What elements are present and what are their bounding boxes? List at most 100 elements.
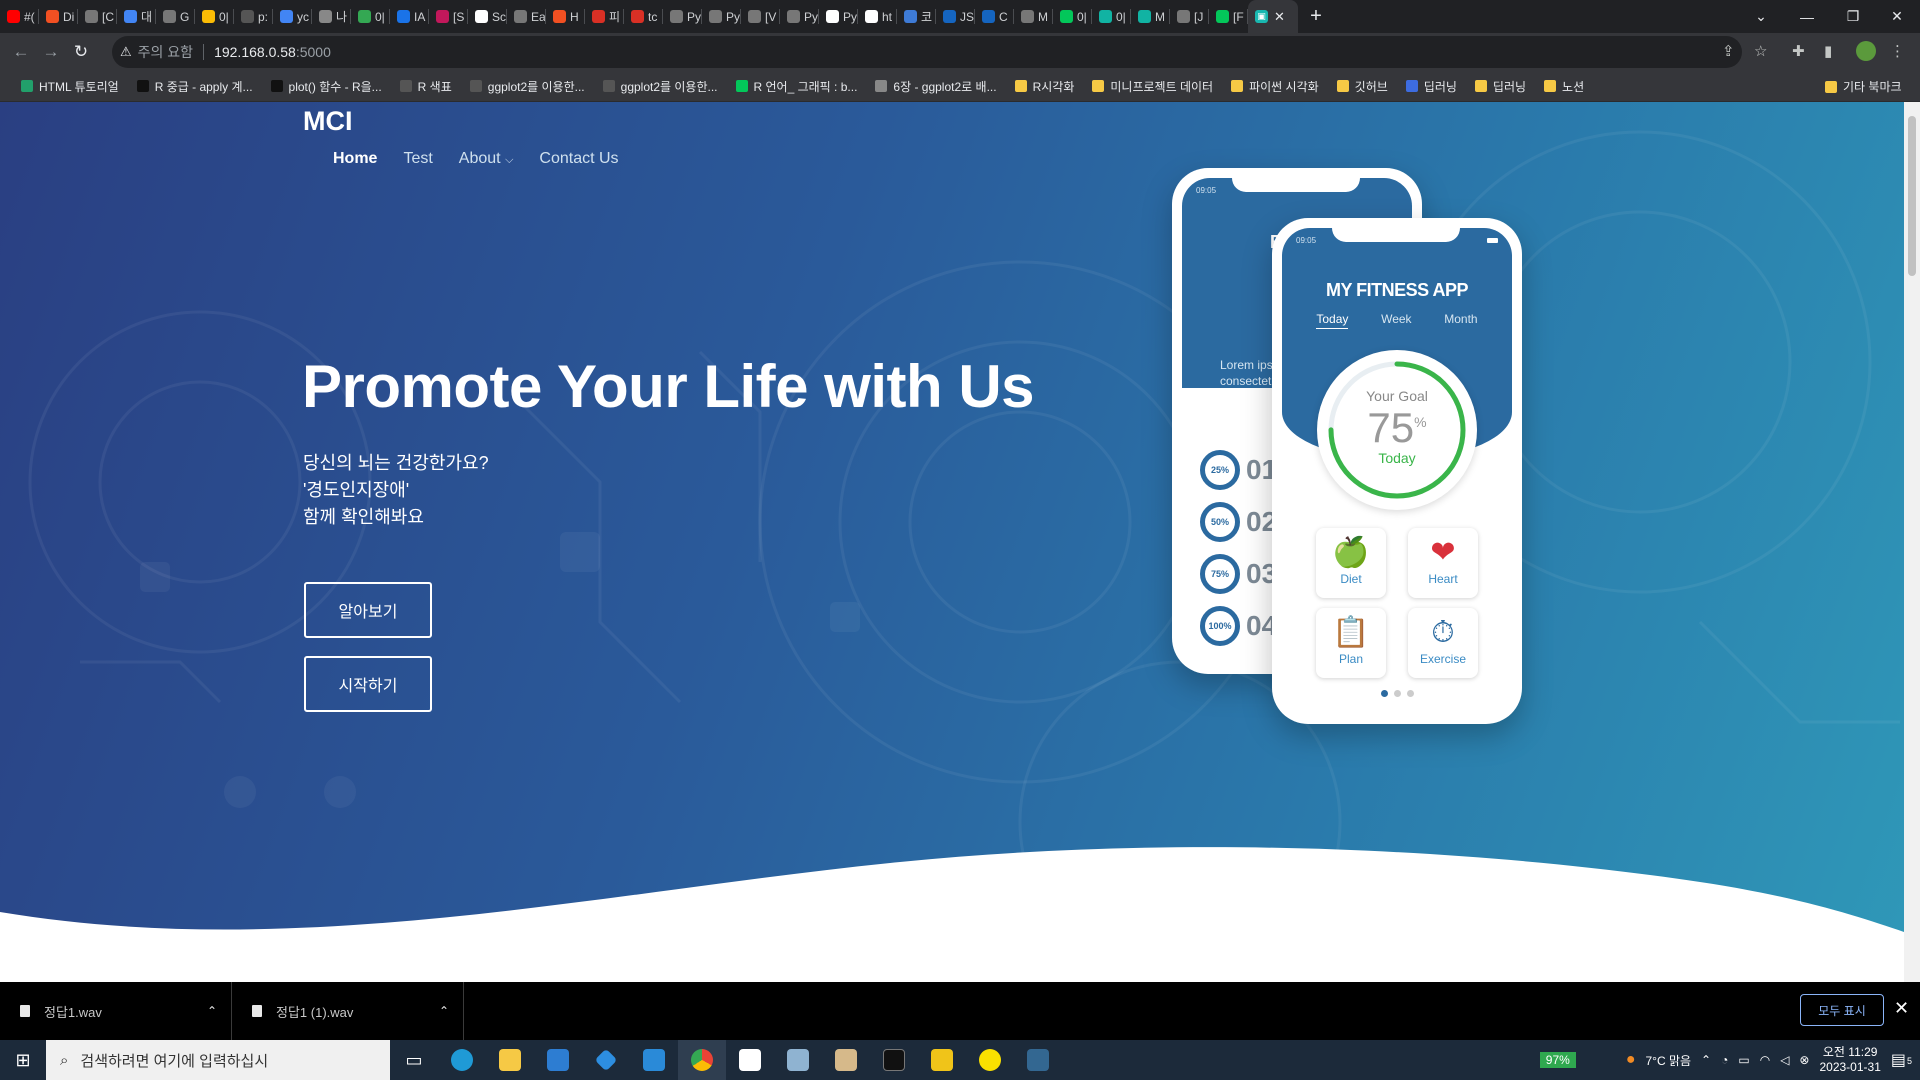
bookmark-item[interactable]: plot() 함수 - R을... bbox=[262, 78, 391, 95]
browser-tab[interactable]: Sc bbox=[468, 0, 507, 33]
taskbar-search[interactable]: ⌕ 검색하려면 여기에 입력하십시 bbox=[46, 1040, 390, 1080]
nav-test[interactable]: Test bbox=[403, 150, 432, 168]
chevron-up-icon[interactable]: ⌃ bbox=[207, 1004, 217, 1018]
bookmark-item[interactable]: ggplot2를 이용한... bbox=[594, 78, 727, 95]
bookmark-item[interactable]: 노션 bbox=[1535, 78, 1593, 95]
bookmark-item[interactable]: R 언어_ 그래픽 : b... bbox=[727, 78, 867, 95]
bookmark-star-icon[interactable]: ☆ bbox=[1754, 42, 1767, 60]
nav-about[interactable]: About ⌵ bbox=[459, 150, 514, 168]
browser-tab[interactable]: #( bbox=[0, 0, 39, 33]
postgres-icon[interactable] bbox=[1014, 1040, 1062, 1080]
bookmark-item[interactable]: HTML 튜토리얼 bbox=[12, 78, 128, 95]
close-window-button[interactable]: ✕ bbox=[1874, 0, 1920, 33]
learn-more-button[interactable]: 알아보기 bbox=[304, 582, 432, 638]
nav-contact[interactable]: Contact Us bbox=[539, 150, 618, 168]
browser-tab[interactable]: [J bbox=[1170, 0, 1209, 33]
browser-tab[interactable]: p: bbox=[234, 0, 273, 33]
browser-tab[interactable]: 0| bbox=[195, 0, 234, 33]
side-panel-icon[interactable]: ▮ bbox=[1824, 42, 1832, 60]
clock[interactable]: 오전 11:29 2023-01-31 bbox=[1819, 1045, 1880, 1075]
scrollbar[interactable] bbox=[1904, 102, 1920, 982]
browser-tab[interactable]: 피 bbox=[585, 0, 624, 33]
file-explorer-icon[interactable] bbox=[486, 1040, 534, 1080]
wifi-icon[interactable]: ◠ bbox=[1760, 1053, 1770, 1067]
browser-tab[interactable]: IA bbox=[390, 0, 429, 33]
browser-tab[interactable]: Ea bbox=[507, 0, 546, 33]
reload-icon[interactable]: ↻ bbox=[66, 42, 96, 62]
restore-button[interactable]: ❐ bbox=[1830, 0, 1876, 33]
battery-icon[interactable]: ▭ bbox=[1738, 1053, 1749, 1067]
browser-tab[interactable]: 0| bbox=[1092, 0, 1131, 33]
browser-tab[interactable]: [S bbox=[429, 0, 468, 33]
bookmark-item[interactable]: 6장 - ggplot2로 배... bbox=[866, 78, 1005, 95]
battery-indicator[interactable]: 97% bbox=[1539, 1052, 1576, 1068]
other-bookmarks[interactable]: 기타 북마크 bbox=[1816, 78, 1911, 95]
browser-tab[interactable]: [C bbox=[78, 0, 117, 33]
browser-tab[interactable]: Di bbox=[39, 0, 78, 33]
terminal-icon[interactable] bbox=[870, 1040, 918, 1080]
bookmark-item[interactable]: R 중급 - apply 계... bbox=[128, 78, 262, 95]
browser-tab[interactable]: 대 bbox=[117, 0, 156, 33]
minimize-button[interactable]: — bbox=[1784, 0, 1830, 33]
bookmark-item[interactable]: ggplot2를 이용한... bbox=[461, 78, 594, 95]
start-button[interactable]: 시작하기 bbox=[304, 656, 432, 712]
profile-avatar[interactable] bbox=[1856, 41, 1876, 61]
scrollbar-thumb[interactable] bbox=[1908, 116, 1916, 276]
chrome-icon[interactable] bbox=[678, 1040, 726, 1080]
network-icon[interactable]: ◔ bbox=[1721, 1053, 1728, 1067]
browser-tab[interactable]: M bbox=[1131, 0, 1170, 33]
download-item[interactable]: 정답1.wav ⌃ bbox=[0, 982, 232, 1040]
browser-tab[interactable]: Py bbox=[780, 0, 819, 33]
browser-tab[interactable]: [V bbox=[741, 0, 780, 33]
paint-icon[interactable] bbox=[822, 1040, 870, 1080]
show-all-downloads-button[interactable]: 모두 표시 bbox=[1800, 994, 1884, 1026]
active-tab[interactable]: ▣ ✕ bbox=[1248, 0, 1298, 33]
browser-tab[interactable]: 0| bbox=[1053, 0, 1092, 33]
browser-tab[interactable]: M bbox=[1014, 0, 1053, 33]
bookmark-item[interactable]: 딥러닝 bbox=[1397, 78, 1466, 95]
notification-icon[interactable]: ▤ 5 bbox=[1891, 1050, 1912, 1070]
app-icon[interactable] bbox=[918, 1040, 966, 1080]
browser-tab[interactable]: tc bbox=[624, 0, 663, 33]
browser-tab[interactable]: ht bbox=[858, 0, 897, 33]
download-item[interactable]: 정답1 (1).wav ⌃ bbox=[232, 982, 464, 1040]
tab-search-icon[interactable]: ⌄ bbox=[1738, 0, 1784, 33]
chevron-up-icon[interactable]: ⌃ bbox=[439, 1004, 449, 1018]
browser-tab[interactable]: Py bbox=[702, 0, 741, 33]
volume-icon[interactable]: ◁ bbox=[1780, 1053, 1789, 1067]
browser-tab[interactable]: H bbox=[546, 0, 585, 33]
bookmark-item[interactable]: R시각화 bbox=[1006, 78, 1084, 95]
bookmark-item[interactable]: 깃허브 bbox=[1328, 78, 1397, 95]
share-icon[interactable]: ⇪ bbox=[1722, 42, 1735, 60]
ime-icon[interactable]: ⊗ bbox=[1799, 1053, 1809, 1067]
vscode-icon[interactable] bbox=[630, 1040, 678, 1080]
site-logo[interactable]: MCI bbox=[303, 106, 353, 137]
forward-icon[interactable]: → bbox=[36, 42, 66, 62]
bookmark-item[interactable]: 파이썬 시각화 bbox=[1222, 78, 1328, 95]
browser-tab[interactable]: 코 bbox=[897, 0, 936, 33]
close-downloads-icon[interactable]: ✕ bbox=[1894, 998, 1909, 1019]
browser-tab[interactable]: Py bbox=[819, 0, 858, 33]
browser-tab[interactable]: Py bbox=[663, 0, 702, 33]
new-tab-button[interactable]: + bbox=[1298, 5, 1334, 28]
windows-start-icon[interactable]: ⊞ bbox=[0, 1040, 46, 1080]
app-icon[interactable] bbox=[582, 1040, 630, 1080]
app-icon[interactable] bbox=[774, 1040, 822, 1080]
close-tab-icon[interactable]: ✕ bbox=[1274, 9, 1285, 25]
warning-icon[interactable]: ⚠ bbox=[120, 44, 132, 60]
menu-icon[interactable]: ⋮ bbox=[1890, 42, 1905, 60]
bookmark-item[interactable]: 미니프로젝트 데이터 bbox=[1083, 78, 1222, 95]
browser-tab[interactable]: JS bbox=[936, 0, 975, 33]
security-label[interactable]: 주의 요함 bbox=[138, 42, 193, 62]
edge-icon[interactable] bbox=[438, 1040, 486, 1080]
browser-tab[interactable]: C bbox=[975, 0, 1014, 33]
notion-icon[interactable] bbox=[726, 1040, 774, 1080]
browser-tab[interactable]: [F bbox=[1209, 0, 1248, 33]
nav-home[interactable]: Home bbox=[333, 150, 377, 168]
mail-icon[interactable] bbox=[534, 1040, 582, 1080]
bookmark-item[interactable]: R 색표 bbox=[391, 78, 461, 95]
extensions-icon[interactable]: ✚ bbox=[1792, 42, 1805, 60]
browser-tab[interactable]: yc bbox=[273, 0, 312, 33]
back-icon[interactable]: ← bbox=[6, 42, 36, 62]
kakaotalk-icon[interactable] bbox=[966, 1040, 1014, 1080]
